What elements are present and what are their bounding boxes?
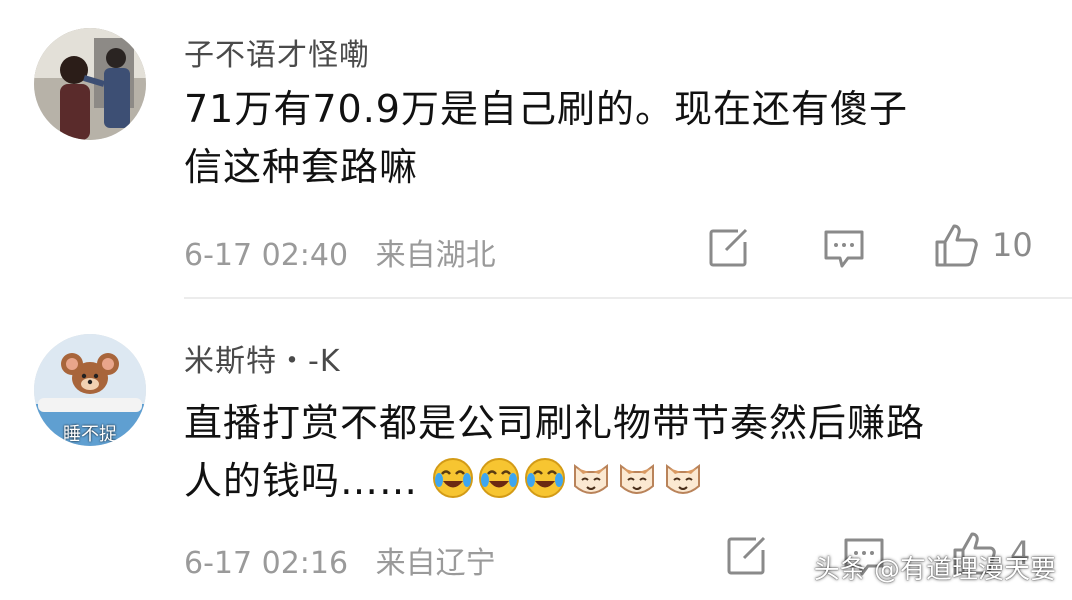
divider [184,297,1072,299]
cat-face-icon [569,456,613,500]
share-icon [708,228,750,268]
comment-text-line: 人的钱吗…… [184,452,1024,510]
comment-location: 来自辽宁 [375,546,496,581]
avatar-caption: 睡不捉 [63,424,117,445]
laugh-cry-icon [523,456,567,500]
share-button[interactable] [708,228,750,268]
laugh-cry-icon [431,456,475,500]
like-button[interactable]: 10 [934,222,1033,268]
comment-time: 6-17 02:40 [184,238,349,273]
comment-meta: 6-17 02:40 来自湖北 [184,230,496,274]
laugh-cry-icon [477,456,521,500]
comment-meta: 6-17 02:16 来自辽宁 [184,538,496,582]
comment-text: 直播打赏不都是公司刷礼物带节奏然后赚路 人的钱吗…… [184,394,1024,510]
comment-username[interactable]: 米斯特・-K [184,336,341,380]
comment-location: 来自湖北 [375,238,496,273]
comment-text-tail: 人的钱吗…… [184,459,419,503]
comment-icon [822,228,866,270]
thumbs-up-icon [934,222,980,268]
watermark: 头条 @有道理漫天要 [813,555,1056,585]
cat-face-icon [615,456,659,500]
reply-button[interactable] [822,228,866,270]
comment-text-line: 71万有70.9万是自己刷的。现在还有傻子 [184,87,908,131]
avatar[interactable]: 睡不捉 [34,334,146,446]
comment-time: 6-17 02:16 [184,546,349,581]
like-count: 10 [992,226,1033,264]
avatar[interactable] [34,28,146,140]
comment-text: 71万有70.9万是自己刷的。现在还有傻子 信这种套路嘛 [184,80,1024,196]
comment-text-line: 直播打赏不都是公司刷礼物带节奏然后赚路 [184,401,926,445]
comment-username[interactable]: 子不语才怪嘞 [184,30,370,74]
comment-text-line: 信这种套路嘛 [184,145,419,189]
cat-face-icon [661,456,705,500]
share-button[interactable] [726,536,768,576]
share-icon [726,536,768,576]
comment-item: 子不语才怪嘞 71万有70.9万是自己刷的。现在还有傻子 信这种套路嘛 6-17… [0,0,1072,298]
